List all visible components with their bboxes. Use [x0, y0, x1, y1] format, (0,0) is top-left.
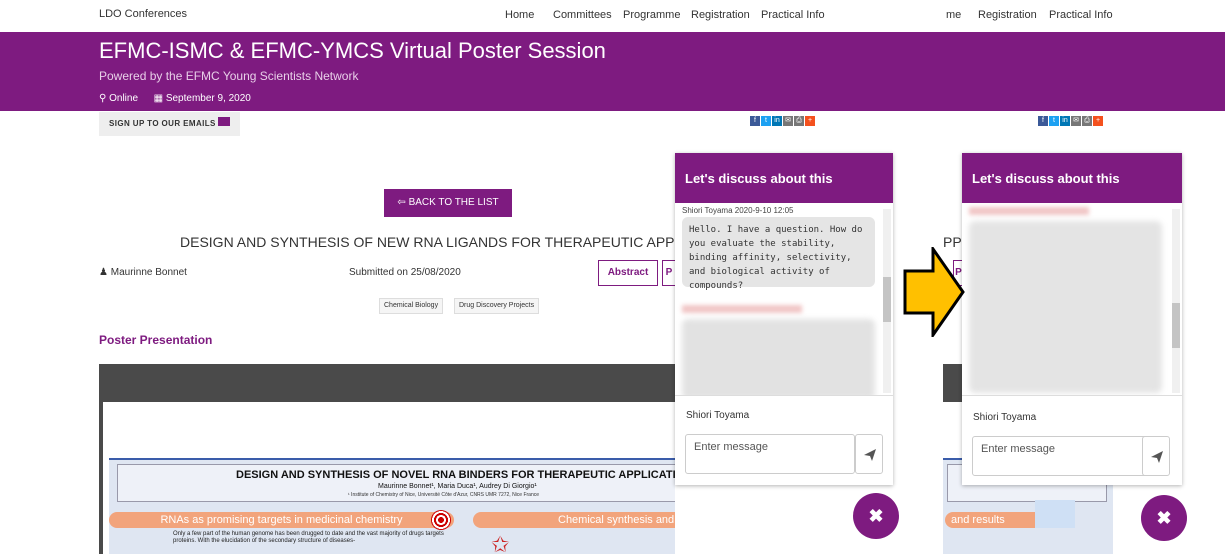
chat-username: Shiori Toyama [686, 410, 750, 421]
tab-abstract[interactable]: Abstract [598, 260, 658, 286]
author-name: Maurinne Bonnet [110, 267, 187, 278]
tag-drug-discovery[interactable]: Drug Discovery Projects [454, 298, 540, 314]
poster-section-rna: RNAs as promising targets in medicinal c… [109, 512, 454, 528]
print-icon[interactable]: ⎙ [1082, 116, 1092, 126]
share-bar: f t in ✉ ⎙ + [750, 116, 815, 126]
chat-scrollbar[interactable] [883, 209, 891, 393]
molecule-image-right [1035, 500, 1075, 528]
poster-section-right-fragment: and results [945, 512, 1045, 528]
more-share-icon[interactable]: + [1093, 116, 1103, 126]
message-input[interactable]: Enter message [972, 436, 1154, 476]
event-location: Online [109, 93, 139, 104]
poster-body-text: Only a few part of the human genome has … [173, 531, 444, 544]
event-title: EFMC-ISMC & EFMC-YMCS Virtual Poster Ses… [99, 38, 606, 63]
blurred-meta [682, 305, 802, 313]
chat-messages-scrolled[interactable] [962, 203, 1182, 396]
twitter-icon[interactable]: t [1049, 116, 1059, 126]
event-subtitle: Powered by the EFMC Young Scientists Net… [99, 69, 359, 83]
envelope-icon [218, 117, 230, 126]
chat-widget-scrolled: Let's discuss about this Shiori Toyama E… [962, 153, 1182, 485]
poster-presentation-heading: Poster Presentation [99, 333, 213, 347]
poster-header: DESIGN AND SYNTHESIS OF NOVEL RNA BINDER… [117, 464, 675, 502]
email-share-icon[interactable]: ✉ [783, 116, 793, 126]
brand-link[interactable]: LDO Conferences [99, 8, 187, 20]
scrollbar-thumb[interactable] [883, 277, 891, 322]
close-chat-button-right[interactable]: ✖ [1141, 495, 1187, 541]
poster-authors: Maurinne Bonnet¹, Maria Duca¹, Audrey Di… [378, 483, 537, 490]
send-button[interactable] [855, 434, 883, 474]
signup-label: SIGN UP TO OUR EMAILS [109, 119, 216, 128]
poster-author: ♟ Maurinne Bonnet [99, 267, 187, 278]
nav-committees[interactable]: Committees [553, 9, 612, 21]
twitter-icon[interactable]: t [761, 116, 771, 126]
tag-chemical-biology[interactable]: Chemical Biology [379, 298, 444, 314]
message-meta: Shiori Toyama 2020-9-10 12:05 [682, 206, 794, 215]
send-icon [864, 449, 876, 461]
share-bar-right: f t in ✉ ⎙ + [1038, 116, 1103, 126]
send-button[interactable] [1142, 436, 1170, 476]
back-arrow-icon: ⇦ [397, 197, 406, 208]
arrow-right-icon [903, 247, 965, 337]
user-icon: ♟ [99, 267, 108, 278]
poster-title: DESIGN AND SYNTHESIS OF NEW RNA LIGANDS … [180, 234, 675, 250]
facebook-icon[interactable]: f [1038, 116, 1048, 126]
calendar-icon: ▦ [153, 93, 164, 104]
chat-messages[interactable]: Shiori Toyama 2020-9-10 12:05 Hello. I h… [675, 203, 893, 396]
nav-practical-info-right[interactable]: Practical Info [1049, 9, 1113, 21]
blurred-reply [682, 319, 875, 395]
top-navbar: LDO Conferences Home Committees Programm… [0, 0, 1225, 32]
scrollbar-thumb[interactable] [1172, 303, 1180, 348]
linkedin-icon[interactable]: in [772, 116, 782, 126]
target-icon [431, 510, 451, 530]
event-date: September 9, 2020 [165, 93, 251, 104]
back-to-list-button[interactable]: ⇦ BACK TO THE LIST [384, 189, 512, 217]
event-meta: ⚲ Online ▦ September 9, 2020 [99, 93, 251, 104]
print-icon[interactable]: ⎙ [794, 116, 804, 126]
message-input[interactable]: Enter message [685, 434, 855, 474]
send-icon [1151, 451, 1163, 463]
nav-home[interactable]: Home [505, 9, 534, 21]
chat-header: Let's discuss about this [962, 153, 1182, 203]
facebook-icon[interactable]: f [750, 116, 760, 126]
star-icon: ✩ [491, 532, 510, 554]
signup-emails-button[interactable]: SIGN UP TO OUR EMAILS [99, 112, 240, 136]
chat-widget: Let's discuss about this Shiori Toyama 2… [675, 153, 893, 485]
poster-heading: DESIGN AND SYNTHESIS OF NOVEL RNA BINDER… [236, 469, 675, 481]
nav-programme[interactable]: Programme [623, 9, 680, 21]
poster-image: DESIGN AND SYNTHESIS OF NOVEL RNA BINDER… [109, 458, 675, 554]
nav-registration[interactable]: Registration [691, 9, 750, 21]
email-share-icon[interactable]: ✉ [1071, 116, 1081, 126]
map-marker-icon: ⚲ [99, 93, 107, 104]
message-bubble: Hello. I have a question. How do you eva… [682, 217, 875, 291]
event-banner: EFMC-ISMC & EFMC-YMCS Virtual Poster Ses… [0, 32, 1225, 111]
submitted-date: Submitted on 25/08/2020 [349, 267, 461, 278]
nav-practical-info[interactable]: Practical Info [761, 9, 825, 21]
close-chat-button[interactable]: ✖ [853, 493, 899, 539]
tab-poster[interactable]: P [662, 260, 675, 286]
nav-programme-fragment[interactable]: me [946, 9, 961, 21]
poster-section-synthesis: Chemical synthesis and results [473, 512, 675, 528]
chat-username: Shiori Toyama [973, 412, 1037, 423]
blurred-reply [969, 221, 1162, 393]
blurred-meta [969, 207, 1089, 215]
back-label: BACK TO THE LIST [408, 197, 499, 208]
chat-scrollbar[interactable] [1172, 209, 1180, 393]
poster-viewer[interactable]: DESIGN AND SYNTHESIS OF NOVEL RNA BINDER… [99, 364, 675, 554]
linkedin-icon[interactable]: in [1060, 116, 1070, 126]
chat-header: Let's discuss about this [675, 153, 893, 203]
nav-registration-right[interactable]: Registration [978, 9, 1037, 21]
more-share-icon[interactable]: + [805, 116, 815, 126]
poster-affiliation: ¹ Institute of Chemistry of Nice, Univer… [348, 492, 540, 498]
